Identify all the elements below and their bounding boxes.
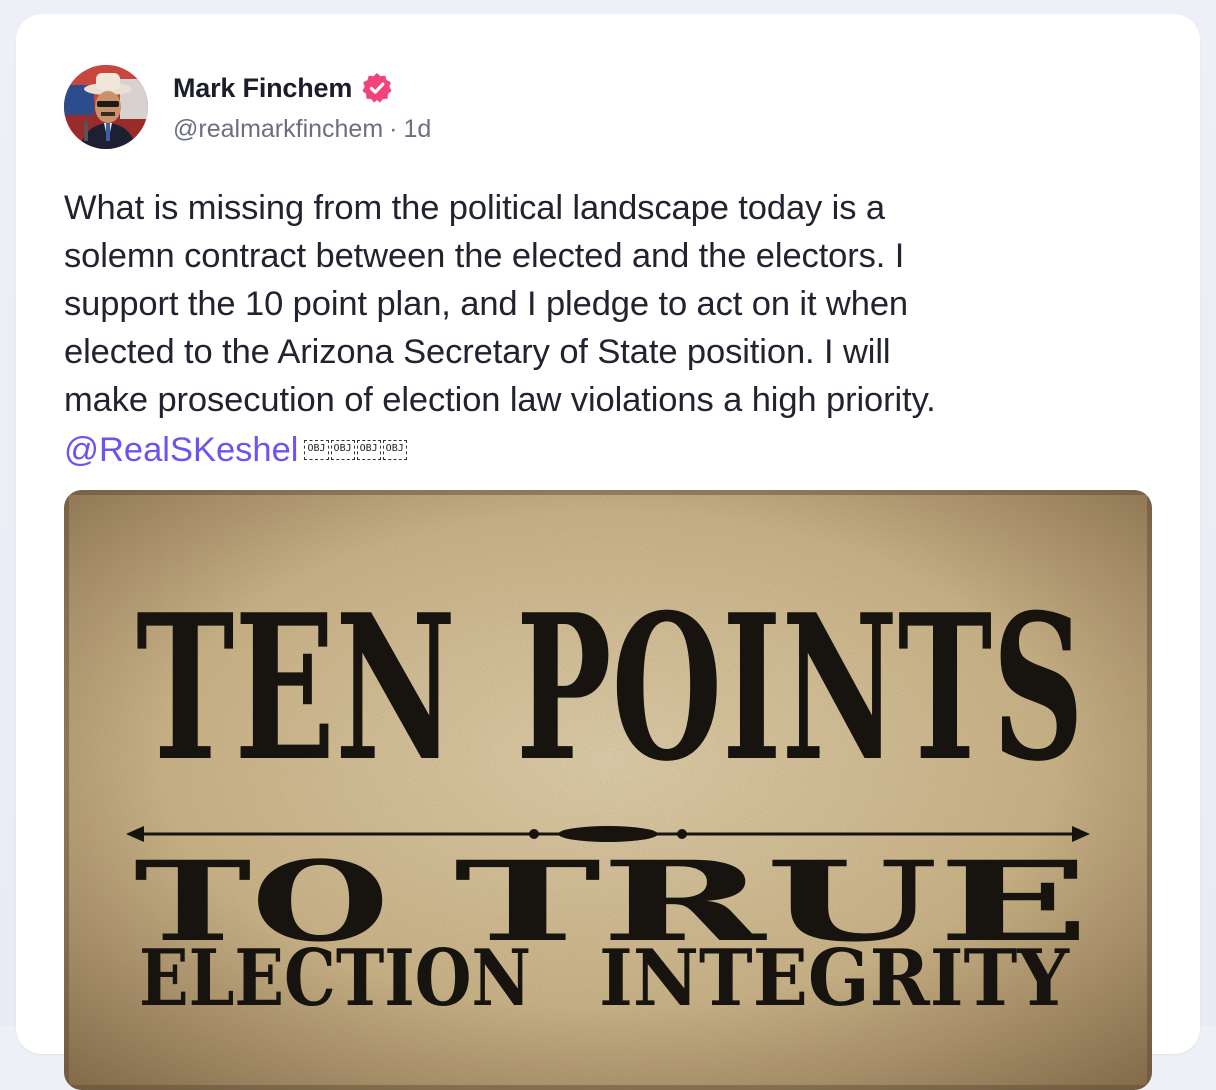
post-meta: @realmarkfinchem · 1d bbox=[173, 115, 431, 144]
post-timestamp[interactable]: 1d bbox=[403, 115, 431, 144]
mention-link[interactable]: @RealSKeshel bbox=[64, 431, 298, 470]
poster-image: TEN POINTS TO TRUE ELECTION INTEGRITY bbox=[64, 490, 1152, 1090]
poster-word: INTEGRITY bbox=[599, 933, 1070, 1024]
post-body: What is missing from the political lands… bbox=[64, 184, 1174, 424]
post-body-line: What is missing from the political lands… bbox=[64, 189, 885, 227]
post-body-line: solemn contract between the elected and … bbox=[64, 237, 905, 275]
post-card: Mark Finchem @realmarkfinchem · 1d What … bbox=[16, 14, 1200, 1090]
avatar[interactable] bbox=[64, 65, 148, 149]
author-name[interactable]: Mark Finchem bbox=[173, 73, 352, 104]
poster-word: POINTS bbox=[516, 571, 1084, 806]
obj-placeholder: OBJ bbox=[330, 440, 355, 460]
mention-row: @RealSKeshel OBJ OBJ OBJ OBJ bbox=[64, 425, 407, 475]
post-body-line: make prosecution of election law violati… bbox=[64, 381, 936, 419]
post-image[interactable]: TEN POINTS TO TRUE ELECTION INTEGRITY bbox=[64, 490, 1152, 1090]
obj-placeholder: OBJ bbox=[382, 440, 407, 460]
post-body-line: elected to the Arizona Secretary of Stat… bbox=[64, 333, 891, 371]
obj-placeholders: OBJ OBJ OBJ OBJ bbox=[304, 440, 407, 460]
poster-word: TEN bbox=[136, 571, 456, 806]
obj-placeholder: OBJ bbox=[356, 440, 381, 460]
obj-placeholder: OBJ bbox=[304, 440, 329, 460]
author-row: Mark Finchem bbox=[173, 72, 394, 104]
poster-word: ELECTION bbox=[139, 933, 531, 1024]
avatar-image bbox=[64, 65, 148, 149]
verified-badge-icon bbox=[360, 71, 394, 105]
meta-separator: · bbox=[389, 115, 398, 143]
post-body-line: support the 10 point plan, and I pledge … bbox=[64, 285, 908, 323]
author-handle[interactable]: @realmarkfinchem bbox=[173, 115, 383, 144]
